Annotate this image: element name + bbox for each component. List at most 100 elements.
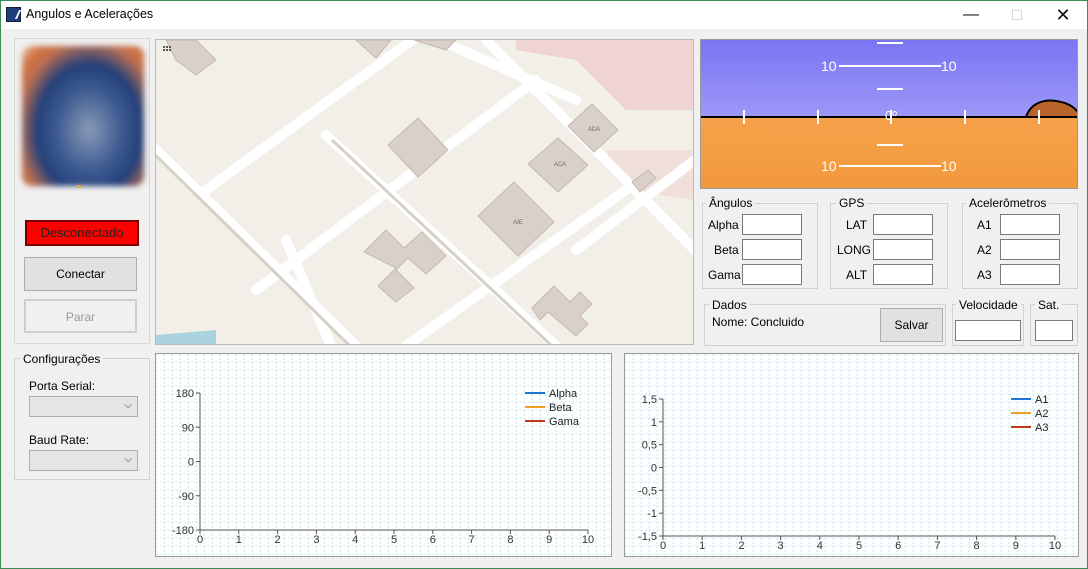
legend-label: Gama [549,416,580,428]
legend-label: A2 [1035,408,1048,420]
config-title: Configurações [20,352,104,366]
save-button[interactable]: Salvar [880,308,943,342]
horizon-center-label: 0º [885,108,897,123]
lat-field[interactable] [873,214,933,235]
connection-status-badge: Desconectado [25,220,139,246]
x-tick-label: 9 [546,534,552,546]
close-button[interactable]: ✕ [1040,1,1086,29]
a2-label: A2 [977,243,992,257]
x-tick-label: 0 [660,540,666,552]
x-tick-label: 10 [582,534,594,546]
y-tick-label: -1 [647,508,657,520]
y-tick-label: -0,5 [638,485,657,497]
acceleration-chart-plot: 0 1 2 3 4 5 6 7 8 9 10 1,5 1 0,5 0 -0,5 -1 -1,5 A1 A2 A3 [625,354,1078,556]
logo-indicator [77,185,81,188]
x-tick-label: 2 [738,540,744,552]
baud-rate-select[interactable]: ⌵ [29,450,138,471]
a1-label: A1 [977,218,992,232]
beta-label: Beta [714,243,739,257]
app-icon [6,7,21,22]
sat-field[interactable] [1035,320,1073,341]
pitch-label-down-left: 10 [821,158,837,174]
a2-field[interactable] [1000,239,1060,260]
stop-button[interactable]: Parar [24,299,137,333]
gama-label: Gama [708,268,741,282]
angles-chart: 0 1 2 3 4 5 6 7 8 9 10 180 90 0 -90 -180 Alpha Beta Gama [155,353,612,557]
x-tick-label: 2 [275,534,281,546]
a1-field[interactable] [1000,214,1060,235]
x-tick-label: 1 [699,540,705,552]
chevron-down-icon: ⌵ [124,454,132,465]
velocidade-field[interactable] [955,320,1021,341]
serial-port-select[interactable]: ⌵ [29,396,138,417]
x-tick-label: 7 [469,534,475,546]
y-tick-label: 90 [182,422,194,434]
x-tick-label: 5 [391,534,397,546]
serial-port-label: Porta Serial: [29,379,96,393]
legend-label: A3 [1035,422,1048,434]
y-tick-label: 0,5 [642,440,657,452]
chart-grid [156,354,611,556]
map-view[interactable]: ADA ACA AIE [155,39,694,345]
legend-label: Beta [549,402,573,414]
alpha-label: Alpha [708,218,739,232]
a3-field[interactable] [1000,264,1060,285]
legend-label: Alpha [549,388,578,400]
velocidade-title: Velocidade [956,298,1021,312]
y-tick-label: 1 [651,417,657,429]
y-tick-label: 0 [188,457,194,469]
connect-button[interactable]: Conectar [24,257,137,291]
acceleration-chart: 0 1 2 3 4 5 6 7 8 9 10 1,5 1 0,5 0 -0,5 -1 -1,5 A1 A2 A3 [624,353,1079,557]
lat-label: LAT [846,218,868,232]
x-tick-label: 6 [430,534,436,546]
y-tick-label: 1,5 [642,394,657,406]
dados-title: Dados [709,298,750,312]
y-tick-label: -180 [172,525,194,537]
pitch-label-up-left: 10 [821,58,837,74]
x-tick-label: 10 [1049,540,1061,552]
x-tick-label: 5 [856,540,862,552]
alt-field[interactable] [873,264,933,285]
alpha-field[interactable] [742,214,802,235]
y-tick-label: 180 [176,388,194,400]
long-field[interactable] [873,239,933,260]
baud-rate-label: Baud Rate: [29,433,90,447]
long-label: LONG [837,243,872,257]
title-bar [1,1,1087,29]
minimize-button[interactable]: — [948,1,994,29]
maximize-button[interactable]: ☐ [994,1,1040,29]
window-title: Angulos e Acelerações [26,7,154,21]
beta-field[interactable] [742,239,802,260]
y-tick-label: 0 [651,463,657,475]
y-tick-label: -1,5 [638,531,657,543]
gama-field[interactable] [742,264,802,285]
pitch-label-up-right: 10 [941,58,957,74]
map-label-aie: AIE [513,220,523,226]
x-tick-label: 6 [895,540,901,552]
alt-label: ALT [846,268,868,282]
chart-grid [625,354,1078,556]
chevron-down-icon: ⌵ [124,400,132,411]
a3-label: A3 [977,268,992,282]
angles-chart-plot: 0 1 2 3 4 5 6 7 8 9 10 180 90 0 -90 -180 Alpha Beta Gama [156,354,611,556]
x-tick-label: 4 [352,534,358,546]
map-label-aca: ACA [554,162,566,168]
x-tick-label: 1 [236,534,242,546]
logo-image [22,46,144,186]
x-tick-label: 8 [507,534,513,546]
map-label-ada: ADA [588,127,600,133]
dados-text: Nome: Concluido [712,315,805,329]
angulos-title: Ângulos [706,196,756,210]
y-tick-label: -90 [178,491,194,503]
x-tick-label: 4 [817,540,823,552]
gps-title: GPS [836,196,868,210]
x-tick-label: 3 [313,534,319,546]
x-tick-label: 0 [197,534,203,546]
acelerometros-title: Acelerômetros [966,196,1050,210]
x-tick-label: 3 [778,540,784,552]
map-canvas: ADA ACA AIE [156,40,693,344]
legend-label: A1 [1035,394,1048,406]
x-tick-label: 7 [934,540,940,552]
sat-title: Sat. [1035,298,1063,312]
x-tick-label: 9 [1013,540,1019,552]
